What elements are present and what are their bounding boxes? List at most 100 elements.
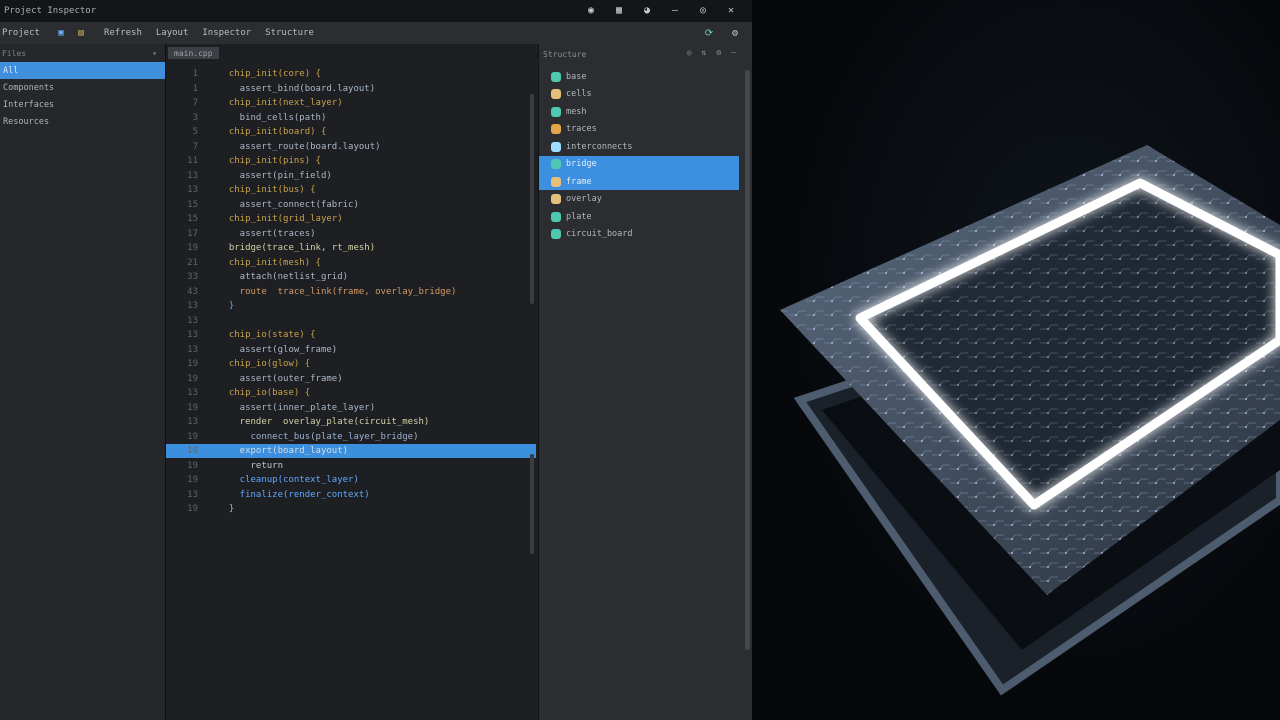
code-text: cleanup(context_layer)	[218, 475, 359, 485]
line-number: 15	[187, 214, 198, 224]
code-line[interactable]: 13 assert(pin_field)	[166, 170, 538, 182]
refresh-icon[interactable]: ⟳	[702, 26, 716, 40]
code-line[interactable]: 19 chip_io(glow) {	[166, 358, 538, 370]
structure-item[interactable]: mesh	[539, 103, 739, 120]
code-line[interactable]: 13	[166, 315, 538, 327]
gear-icon[interactable]: ⚙	[716, 48, 721, 57]
code-line[interactable]: 10 export(board_layout)	[166, 445, 538, 457]
minimize-icon[interactable]: –	[668, 3, 682, 17]
code-line[interactable]: 13 assert(glow_frame)	[166, 344, 538, 356]
code-area[interactable]: 1 chip_init(core) { 1 assert_bind(board.l…	[166, 62, 538, 720]
code-line[interactable]: 15 assert_connect(fabric)	[166, 199, 538, 211]
structure-item-label: traces	[566, 124, 597, 134]
target-icon[interactable]: ◎	[687, 48, 692, 57]
maximize-icon[interactable]: ◎	[696, 3, 710, 17]
code-line[interactable]: 19 assert(outer_frame)	[166, 373, 538, 385]
collapse-icon[interactable]: —	[731, 48, 736, 57]
structure-item[interactable]: cells	[539, 86, 739, 103]
settings-icon[interactable]: ⚙	[728, 26, 742, 40]
structure-item[interactable]: frame	[539, 173, 739, 190]
code-text: chip_io(base) {	[218, 388, 311, 398]
line-number: 19	[187, 475, 198, 485]
structure-item[interactable]: bridge	[539, 155, 739, 173]
document-icon[interactable]: ▣	[54, 26, 68, 40]
menu-item-structure[interactable]: Structure	[265, 28, 314, 38]
code-line[interactable]: 17 assert(traces)	[166, 228, 538, 240]
structure-item-label: plate	[566, 211, 592, 222]
code-text: finalize(render_context)	[218, 489, 370, 500]
file-list-item[interactable]: Interfaces	[0, 96, 165, 113]
file-list-item[interactable]: Resources	[0, 113, 165, 130]
code-text: bridge(trace_link, rt_mesh)	[218, 243, 376, 253]
code-line[interactable]: 43 route trace_link(frame, overlay_bridg…	[166, 286, 538, 298]
structure-item[interactable]: overlay	[539, 191, 739, 208]
code-line[interactable]: 1 assert_bind(board.layout)	[166, 83, 538, 95]
menu-item-inspector[interactable]: Inspector	[202, 28, 251, 38]
circuit-chip-illustration	[752, 0, 1280, 720]
code-line[interactable]: 11 chip_init(pins) {	[166, 155, 538, 167]
folder-icon[interactable]: ▤	[74, 26, 88, 40]
code-line[interactable]: 21 chip_init(mesh) {	[166, 257, 538, 269]
code-line[interactable]: 13 render overlay_plate(circuit_mesh)	[166, 416, 538, 428]
file-list-item[interactable]: Components	[0, 79, 165, 96]
code-line[interactable]: 13 finalize(render_context)	[166, 489, 538, 501]
menu-item-layout[interactable]: Layout	[156, 28, 189, 38]
line-number: 33	[187, 272, 198, 282]
structure-panel-title: Structure	[543, 49, 587, 59]
line-number: 13	[187, 417, 198, 427]
project-label[interactable]: Project	[2, 28, 40, 38]
code-line[interactable]: 33 attach(netlist_grid)	[166, 271, 538, 283]
file-list-item[interactable]: All	[0, 62, 165, 79]
editor-scrollbar[interactable]	[530, 94, 534, 304]
code-line[interactable]: 19 bridge(trace_link, rt_mesh)	[166, 242, 538, 254]
code-line[interactable]: 19 cleanup(context_layer)	[166, 474, 538, 486]
code-line[interactable]: 19 connect_bus(plate_layer_bridge)	[166, 431, 538, 443]
code-line[interactable]: 1 chip_init(core) {	[166, 68, 538, 80]
structure-item[interactable]: traces	[539, 121, 739, 138]
code-line[interactable]: 19 return	[166, 460, 538, 472]
code-text: chip_io(state) {	[218, 330, 316, 340]
structure-item-label: interconnects	[566, 141, 633, 152]
code-line[interactable]: 15 chip_init(grid_layer)	[166, 213, 538, 225]
file-panel-header: Files ▾	[0, 44, 165, 62]
window-title: Project Inspector	[4, 6, 97, 16]
node-icon	[551, 176, 561, 187]
structure-item-label: base	[566, 71, 587, 82]
ide-window: Project Inspector ◉ ▦ ◕ – ◎ ✕ Project ▣ …	[0, 0, 752, 720]
line-number: 13	[187, 330, 198, 340]
code-line[interactable]: 13 }	[166, 300, 538, 312]
file-list: All Components Interfaces Resources	[0, 62, 165, 130]
code-line[interactable]: 5 chip_init(board) {	[166, 126, 538, 138]
node-icon	[551, 211, 561, 222]
menu-item-refresh[interactable]: Refresh	[104, 28, 142, 38]
code-text: export(board_layout)	[218, 446, 349, 456]
structure-item[interactable]: interconnects	[539, 138, 739, 155]
code-line[interactable]: 13 chip_io(state) {	[166, 329, 538, 341]
grid-icon[interactable]: ▦	[612, 3, 626, 17]
file-panel-title: Files	[2, 48, 27, 58]
globe-icon[interactable]: ◉	[584, 3, 598, 17]
code-line[interactable]: 7 chip_init(next_layer)	[166, 97, 538, 109]
chevron-down-icon[interactable]: ▾	[152, 49, 157, 58]
code-text: assert_connect(fabric)	[218, 199, 359, 210]
line-number: 19	[187, 402, 198, 413]
code-text: assert(outer_frame)	[218, 373, 343, 384]
code-editor[interactable]: main.cpp 1 chip_init(core) { 1 assert_bin…	[166, 44, 538, 720]
structure-item[interactable]: circuit_board	[539, 226, 739, 243]
code-line[interactable]: 13 chip_io(base) {	[166, 387, 538, 399]
close-icon[interactable]: ✕	[724, 3, 738, 17]
structure-item[interactable]: base	[539, 68, 739, 85]
editor-tab[interactable]: main.cpp	[168, 47, 219, 59]
structure-scrollbar[interactable]	[745, 70, 750, 650]
structure-item-label: mesh	[566, 106, 587, 117]
code-line[interactable]: 19 }	[166, 503, 538, 515]
sync-icon[interactable]: ◕	[640, 3, 654, 17]
sort-icon[interactable]: ⇅	[702, 48, 707, 57]
code-line[interactable]: 3 bind_cells(path)	[166, 112, 538, 124]
structure-item[interactable]: plate	[539, 208, 739, 225]
editor-scrollbar-lower[interactable]	[530, 454, 534, 554]
code-line[interactable]: 13 chip_init(bus) {	[166, 184, 538, 196]
code-line[interactable]: 19 assert(inner_plate_layer)	[166, 402, 538, 414]
code-line[interactable]: 7 assert_route(board.layout)	[166, 141, 538, 153]
code-text: chip_init(bus) {	[218, 185, 316, 195]
